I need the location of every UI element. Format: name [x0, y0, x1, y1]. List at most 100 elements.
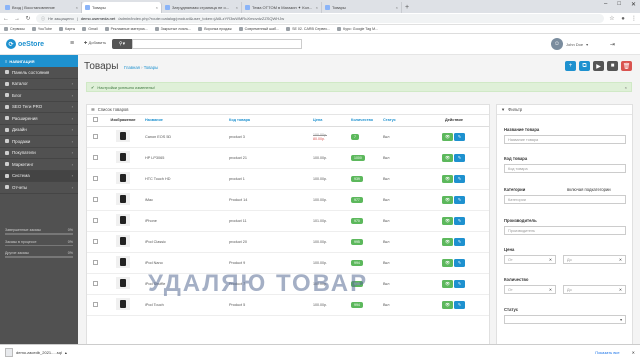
info-icon[interactable]: ⓘ [41, 16, 45, 22]
reload-icon[interactable]: ↻ [25, 15, 31, 22]
view-button[interactable]: 👁 [442, 258, 453, 267]
bookmark-item[interactable]: Закрытые лояль... [155, 27, 192, 31]
row-checkbox[interactable] [92, 154, 98, 160]
filter-category-input[interactable]: Категории [504, 195, 626, 204]
clear-icon[interactable]: ✕ [549, 257, 552, 262]
bookmark-item[interactable]: Сервисы [4, 27, 25, 31]
col-name[interactable]: Название [143, 115, 227, 127]
sidebar-item[interactable]: Маркетинг › [0, 159, 78, 171]
sidebar-item[interactable]: Расширения › [0, 113, 78, 125]
bookmark-item[interactable]: SE 02. CARB Сервес... [286, 27, 330, 31]
sidebar-item[interactable]: Дизайн › [0, 125, 78, 136]
row-checkbox[interactable] [92, 301, 98, 307]
new-tab-button[interactable]: + [402, 2, 412, 13]
view-button[interactable]: 👁 [442, 279, 453, 288]
col-code[interactable]: Код товара [227, 115, 289, 127]
edit-button[interactable]: ✎ [454, 237, 465, 246]
browser-tab[interactable]: Вход | Восстановление × [2, 2, 82, 13]
view-button[interactable]: 👁 [442, 195, 453, 204]
filter-code-input[interactable]: Код товара [504, 164, 626, 173]
filter-maker-input[interactable]: Производитель [504, 226, 626, 235]
col-status[interactable]: Статус [381, 115, 419, 127]
sidebar-item[interactable]: Продажи › [0, 136, 78, 148]
sidebar-item[interactable]: SEO Теги PRO › [0, 102, 78, 113]
col-price[interactable]: Цена [311, 115, 349, 127]
col-quantity[interactable]: Количество [349, 115, 381, 127]
close-tab-icon[interactable]: × [396, 5, 398, 10]
clear-icon[interactable]: ✕ [549, 287, 552, 292]
forward-icon[interactable]: → [14, 16, 20, 22]
url-field[interactable]: ⓘ Не защищено | demo.userneda.net/admin/… [36, 14, 604, 23]
browser-tab[interactable]: Товары × [322, 2, 402, 13]
filter-price-to[interactable]: До ✕ [563, 255, 626, 264]
row-checkbox[interactable] [92, 280, 98, 286]
bookmark-item[interactable]: Курс: Google Tag M... [337, 27, 378, 31]
view-button[interactable]: 👁 [442, 216, 453, 225]
browser-tab[interactable]: Тема OTTOM в Магазин ✦ Кол... × [242, 2, 322, 13]
delete-button[interactable]: 🗑 [621, 61, 632, 71]
sidebar-item[interactable]: Блог › [0, 90, 78, 102]
show-all-downloads[interactable]: Показать все [595, 350, 619, 355]
menu-toggle-icon[interactable]: ≡ [70, 40, 77, 47]
view-button[interactable]: 👁 [442, 153, 453, 162]
stop-button[interactable]: ■ [607, 61, 618, 71]
filter-qty-from[interactable]: От ✕ [504, 285, 556, 294]
row-checkbox[interactable] [92, 259, 98, 265]
edit-button[interactable]: ✎ [454, 195, 465, 204]
edit-button[interactable]: ✎ [454, 216, 465, 225]
minimize-icon[interactable]: – [604, 1, 607, 8]
add-product-button[interactable]: + [565, 61, 576, 71]
view-button[interactable]: 👁 [442, 300, 453, 309]
browser-tab[interactable]: Затрудняемая страница не о... × [162, 2, 242, 13]
row-checkbox[interactable] [92, 133, 98, 139]
logo[interactable]: ⟳ oeStore [6, 39, 44, 49]
sidebar-item[interactable]: Панель состояния [0, 67, 78, 79]
row-checkbox[interactable] [92, 175, 98, 181]
profile-icon[interactable]: ● [620, 16, 626, 22]
clear-icon[interactable]: ✕ [619, 287, 622, 292]
play-button[interactable]: ▶ [593, 61, 604, 71]
view-button[interactable]: 👁 [442, 174, 453, 183]
edit-button[interactable]: ✎ [454, 174, 465, 183]
view-button[interactable]: 👁 [442, 237, 453, 246]
row-checkbox[interactable] [92, 196, 98, 202]
download-item[interactable]: demo.zacedb_2021.....sql ▴ [5, 348, 67, 357]
clear-icon[interactable]: ✕ [619, 257, 622, 262]
row-checkbox[interactable] [92, 238, 98, 244]
browser-tab-active[interactable]: Товары × [82, 2, 162, 13]
search-input[interactable] [132, 39, 302, 49]
edit-button[interactable]: ✎ [454, 153, 465, 162]
search-dropdown-button[interactable]: ⚲ ▾ [112, 39, 132, 49]
close-tab-icon[interactable]: × [76, 5, 78, 10]
breadcrumb-home[interactable]: Главная [124, 65, 140, 70]
user-menu[interactable]: ☺ John Doe ▾ [551, 38, 588, 50]
bookmark-item[interactable]: Воронка продаж [198, 27, 231, 31]
edit-button[interactable]: ✎ [454, 132, 465, 141]
add-button[interactable]: ✚ Добавить [84, 40, 106, 45]
sidebar-item[interactable]: Отчеты › [0, 182, 78, 194]
alert-close-button[interactable]: × [625, 85, 627, 90]
view-button[interactable]: 👁 [442, 132, 453, 141]
sidebar-item[interactable]: Система › [0, 170, 78, 182]
breadcrumb-products[interactable]: Товары [144, 65, 158, 70]
close-tab-icon[interactable]: × [156, 5, 158, 10]
filter-price-from[interactable]: От ✕ [504, 255, 556, 264]
edit-button[interactable]: ✎ [454, 258, 465, 267]
menu-dots-icon[interactable]: ⋮ [631, 15, 637, 22]
close-tab-icon[interactable]: × [236, 5, 238, 10]
filter-qty-to[interactable]: До ✕ [563, 285, 626, 294]
edit-button[interactable]: ✎ [454, 279, 465, 288]
sidebar-item[interactable]: Каталог › [0, 79, 78, 90]
maximize-icon[interactable]: □ [617, 1, 621, 8]
star-icon[interactable]: ☆ [609, 15, 615, 22]
edit-button[interactable]: ✎ [454, 300, 465, 309]
sidebar-item[interactable]: Покупатели › [0, 148, 78, 159]
filter-status-select[interactable]: ▾ [504, 315, 626, 324]
bookmark-item[interactable]: Карты [59, 27, 75, 31]
logout-icon[interactable]: ⇥ [610, 41, 615, 48]
close-tab-icon[interactable]: × [316, 5, 318, 10]
bookmark-item[interactable]: Gmail [82, 27, 97, 31]
filter-name-input[interactable]: Название товара [504, 135, 626, 144]
bookmark-item[interactable]: YouTube [32, 27, 52, 31]
select-all-checkbox[interactable] [92, 117, 98, 123]
